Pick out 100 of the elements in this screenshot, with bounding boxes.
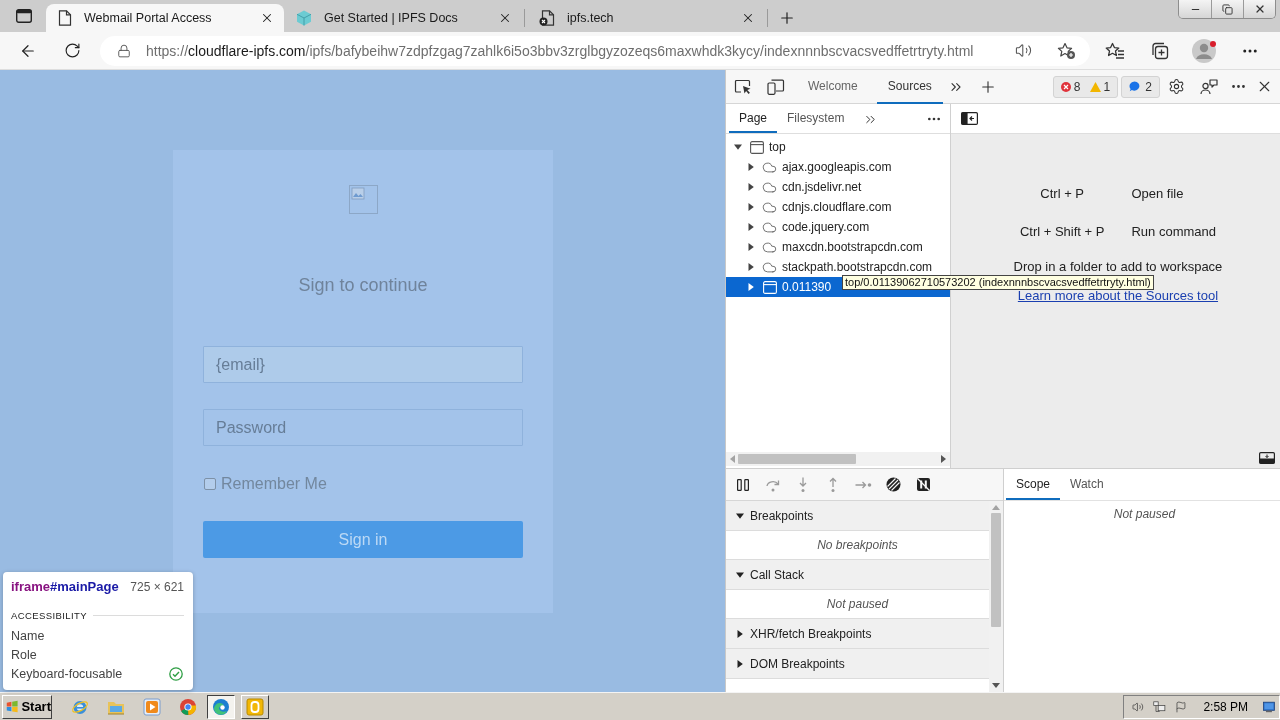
devtools-tab[interactable]: Sources: [876, 69, 943, 104]
close-icon[interactable]: [498, 11, 512, 25]
tree-item[interactable]: maxcdn.bootstrapcdn.com: [726, 237, 950, 257]
app-icon: [246, 697, 264, 716]
expand-triangle-icon[interactable]: [736, 570, 744, 579]
devtools-tab[interactable]: Welcome: [797, 69, 869, 104]
cloud-icon: [762, 219, 777, 235]
section-header[interactable]: XHR/fetch Breakpoints: [726, 619, 989, 649]
panel-icon[interactable]: [1258, 452, 1275, 464]
network-icon[interactable]: [1152, 698, 1166, 715]
favorites-icon[interactable]: [1105, 41, 1125, 60]
shortcut-action: Run command: [1131, 223, 1216, 241]
refresh-icon[interactable]: [63, 42, 81, 59]
section-label: ACCESSIBILITY: [11, 609, 87, 621]
cloud-icon: [762, 159, 777, 175]
element-selector: iframe#mainPage: [11, 579, 119, 594]
browser-icon[interactable]: [179, 697, 197, 716]
flag-icon[interactable]: [1174, 698, 1187, 715]
device-icon[interactable]: [767, 78, 785, 95]
restore-button[interactable]: [1211, 0, 1243, 18]
shortcut-keys: Ctrl + P: [1019, 184, 1105, 204]
feedback-icon[interactable]: [1199, 78, 1218, 95]
form-heading: Sign to continue: [298, 274, 428, 296]
tree-item[interactable]: code.jquery.com: [726, 217, 950, 237]
settings-icon[interactable]: [1168, 78, 1186, 95]
expand-triangle-icon[interactable]: [736, 659, 744, 668]
element-size: 725 × 621: [130, 580, 184, 594]
close-icon[interactable]: [741, 11, 755, 25]
password-field[interactable]: Password: [203, 409, 523, 446]
count-text: 1: [1103, 79, 1111, 94]
new-tab-icon[interactable]: [778, 9, 796, 27]
document-icon: [58, 10, 72, 26]
collections-icon[interactable]: [1151, 41, 1169, 60]
restore-icon: [1222, 3, 1233, 15]
scrollbar-thumb[interactable]: [738, 454, 856, 464]
section-header[interactable]: Breakpoints: [726, 501, 989, 531]
cloud-icon: [762, 259, 777, 275]
tree-item[interactable]: top: [726, 137, 950, 157]
start-button[interactable]: Start: [2, 694, 52, 719]
clock-text: 2:58 PM: [1203, 699, 1249, 714]
panel-tab[interactable]: Page: [729, 104, 778, 133]
avatar-icon[interactable]: [1192, 37, 1218, 64]
lock-icon[interactable]: [117, 43, 131, 58]
warning-icon: [1089, 81, 1101, 92]
frame-icon: [750, 140, 764, 154]
close-window-button[interactable]: [1243, 0, 1275, 18]
panel-tab[interactable]: Watch: [1060, 469, 1114, 500]
expand-triangle-icon[interactable]: [747, 203, 755, 211]
pause-exceptions-icon[interactable]: [915, 477, 931, 492]
slashed-circle-icon[interactable]: [885, 477, 901, 492]
browser-tab[interactable]: Webmail Portal Access: [46, 4, 284, 32]
section-header[interactable]: Call Stack: [726, 560, 989, 590]
section-header[interactable]: DOM Breakpoints: [726, 649, 989, 679]
expand-triangle-icon[interactable]: [736, 511, 744, 520]
windows-flag-icon: [6, 699, 19, 714]
tree-item[interactable]: cdnjs.cloudflare.com: [726, 197, 950, 217]
scrollbar-thumb[interactable]: [991, 513, 1001, 627]
expand-triangle-icon[interactable]: [747, 163, 755, 171]
address-field[interactable]: https://cloudflare-ipfs.com/ipfs/bafybeihw7zdpfzgag7zahlk6i5o3bbv3zrglbgyzozeqs6maxwhdk3kycy/indexnnnbscvacsvedffetrtryty.html: [100, 35, 1090, 66]
document-error-icon: [539, 10, 555, 26]
property-name: Name: [11, 628, 45, 643]
swirl-logo-icon: [212, 697, 230, 716]
panel-tab[interactable]: Scope: [1006, 469, 1061, 500]
window-icon[interactable]: [16, 9, 32, 23]
tree-item[interactable]: ajax.googleapis.com: [726, 157, 950, 177]
browser-tab[interactable]: Get Started | IPFS Docs: [284, 4, 522, 32]
inspect-icon[interactable]: [734, 78, 752, 95]
step-icon[interactable]: [854, 479, 872, 490]
play-tile-icon[interactable]: [143, 697, 161, 716]
issues-counter-button[interactable]: 2: [1121, 75, 1160, 98]
count-text: 8: [1073, 79, 1081, 94]
browser-tab[interactable]: ipfs.tech: [527, 4, 765, 32]
tree-item[interactable]: cdn.jsdelivr.net: [726, 177, 950, 197]
pause-icon[interactable]: [736, 477, 750, 492]
step-into-icon[interactable]: [798, 476, 808, 493]
desktop-icon[interactable]: [1263, 699, 1275, 714]
property-name: Keyboard-focusable: [11, 666, 123, 681]
expand-triangle-icon[interactable]: [747, 183, 755, 191]
console-counter-button[interactable]: 8 1: [1052, 75, 1119, 98]
drop-hint: Drop in a folder to add to workspace: [1013, 258, 1223, 276]
property-name: Role: [11, 647, 37, 662]
taskbar-window-button[interactable]: [207, 694, 235, 719]
sidebar-toggle-icon[interactable]: [961, 112, 978, 125]
expand-triangle-icon[interactable]: [747, 223, 755, 231]
scroll-right-icon[interactable]: [941, 455, 946, 463]
star-plus-icon[interactable]: [1056, 41, 1076, 60]
close-icon[interactable]: [260, 11, 274, 25]
empty-message: Not paused: [1113, 507, 1176, 521]
expand-triangle-icon[interactable]: [734, 143, 742, 151]
cube-icon: [296, 10, 312, 26]
panel-tab[interactable]: Filesystem: [777, 104, 855, 133]
checkbox[interactable]: [204, 478, 216, 490]
expand-triangle-icon[interactable]: [747, 263, 755, 271]
scroll-down-icon[interactable]: [992, 683, 1000, 688]
error-icon: [1060, 81, 1071, 92]
tree-item[interactable]: stackpath.bootstrapcdn.com: [726, 257, 950, 277]
expand-triangle-icon[interactable]: [736, 629, 744, 638]
message-icon: [1129, 81, 1141, 92]
expand-triangle-icon[interactable]: [747, 243, 755, 251]
speaker-icon[interactable]: [1014, 42, 1032, 59]
